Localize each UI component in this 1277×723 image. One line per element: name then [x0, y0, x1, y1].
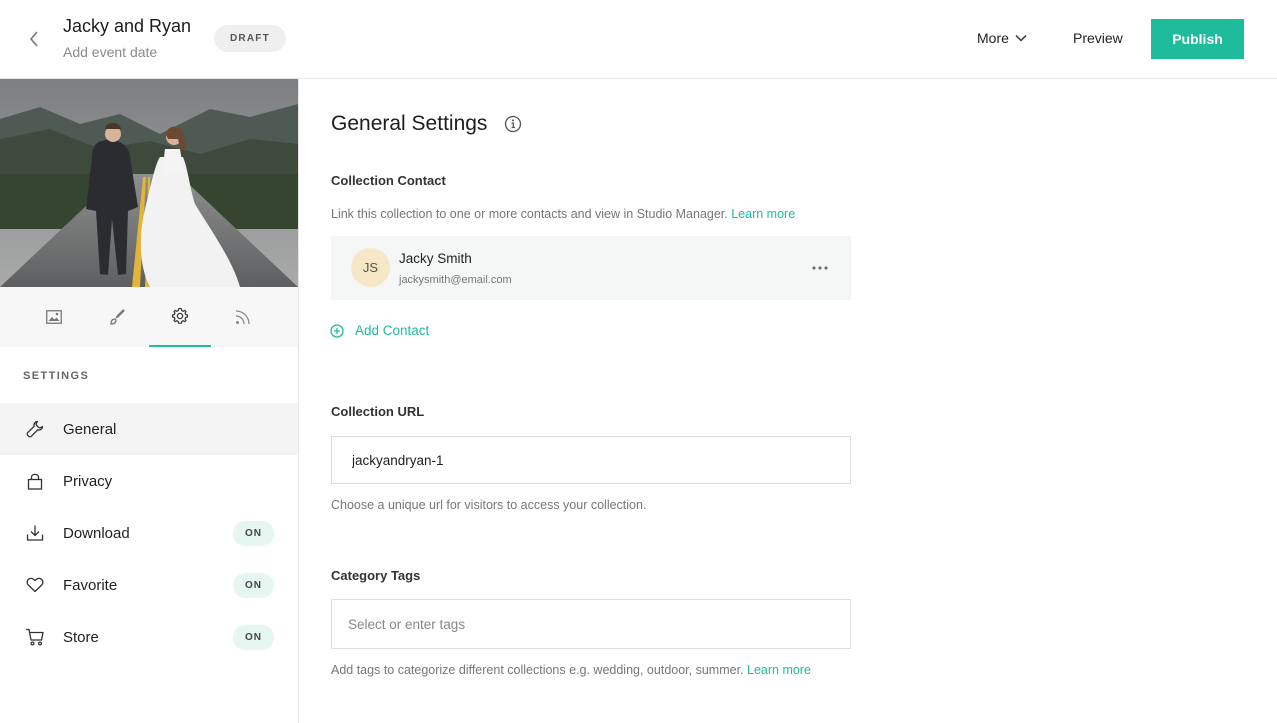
favorite-status-badge[interactable]: ON — [233, 572, 274, 598]
category-tags-help: Add tags to categorize different collect… — [331, 663, 811, 677]
heart-icon — [24, 574, 46, 596]
sidebar-item-download[interactable]: Download ON — [0, 507, 298, 559]
category-tags-input[interactable] — [331, 599, 851, 649]
wrench-icon — [24, 418, 46, 440]
sidebar-item-label: Download — [63, 524, 130, 542]
tab-design[interactable] — [86, 287, 148, 347]
contact-name: Jacky Smith — [399, 251, 472, 266]
sidebar-item-label: Favorite — [63, 576, 118, 594]
publish-button[interactable]: Publish — [1151, 19, 1244, 59]
category-tags-help-text: Add tags to categorize different collect… — [331, 663, 744, 677]
more-horizontal-icon — [812, 266, 828, 270]
collection-url-input[interactable] — [331, 436, 851, 484]
back-button[interactable] — [22, 27, 46, 51]
sidebar-item-label: General — [63, 420, 117, 438]
cart-icon — [24, 626, 46, 648]
rss-icon — [235, 310, 250, 325]
lock-icon — [24, 470, 46, 492]
more-label: More — [977, 30, 1009, 46]
tab-settings[interactable] — [149, 287, 211, 347]
add-contact-label: Add Contact — [355, 323, 430, 338]
add-contact-button[interactable]: Add Contact — [330, 323, 429, 338]
sidebar-item-favorite[interactable]: Favorite ON — [0, 559, 298, 611]
sidebar-item-label: Store — [63, 628, 99, 646]
contact-card: JS Jacky Smith jackysmith@email.com — [331, 236, 851, 300]
more-menu-button[interactable]: More — [977, 30, 1027, 46]
info-icon[interactable] — [504, 115, 522, 133]
cover-photo[interactable] — [0, 79, 298, 287]
brush-icon — [110, 309, 125, 325]
collection-contact-help-text: Link this collection to one or more cont… — [331, 207, 728, 221]
cover-image — [0, 79, 298, 287]
download-status-badge[interactable]: ON — [233, 520, 274, 546]
collection-contact-label: Collection Contact — [331, 173, 446, 188]
gear-icon — [171, 307, 189, 324]
sidebar-item-privacy[interactable]: Privacy — [0, 455, 298, 507]
tab-activity[interactable] — [212, 287, 274, 347]
sidebar-item-store[interactable]: Store ON — [0, 611, 298, 663]
category-tags-label: Category Tags — [331, 568, 421, 583]
collection-title[interactable]: Jacky and Ryan — [63, 16, 191, 37]
tab-photos[interactable] — [23, 287, 85, 347]
sidebar-item-label: Privacy — [63, 472, 113, 490]
avatar: JS — [351, 248, 390, 287]
contact-options-button[interactable] — [809, 258, 831, 278]
collection-contact-help: Link this collection to one or more cont… — [331, 207, 795, 221]
sidebar-tabs — [0, 287, 298, 347]
sidebar: SETTINGS General Privacy Download ON Fav… — [0, 79, 299, 723]
add-event-date-link[interactable]: Add event date — [63, 44, 157, 60]
image-icon — [46, 310, 62, 324]
store-status-badge[interactable]: ON — [233, 624, 274, 650]
status-badge: DRAFT — [214, 25, 286, 52]
learn-more-link[interactable]: Learn more — [747, 663, 811, 677]
sidebar-item-general[interactable]: General — [0, 403, 298, 455]
top-bar: Jacky and Ryan Add event date DRAFT More… — [0, 0, 1277, 79]
preview-button[interactable]: Preview — [1073, 30, 1123, 46]
plus-circle-icon — [330, 323, 344, 338]
settings-section-label: SETTINGS — [23, 370, 90, 382]
page-title: General Settings — [331, 112, 488, 135]
collection-url-label: Collection URL — [331, 404, 425, 419]
contact-email: jackysmith@email.com — [399, 274, 512, 286]
chevron-left-icon — [29, 31, 38, 47]
chevron-down-icon — [1015, 34, 1027, 42]
learn-more-link[interactable]: Learn more — [731, 207, 795, 221]
collection-url-help: Choose a unique url for visitors to acce… — [331, 498, 647, 512]
download-icon — [24, 522, 46, 544]
